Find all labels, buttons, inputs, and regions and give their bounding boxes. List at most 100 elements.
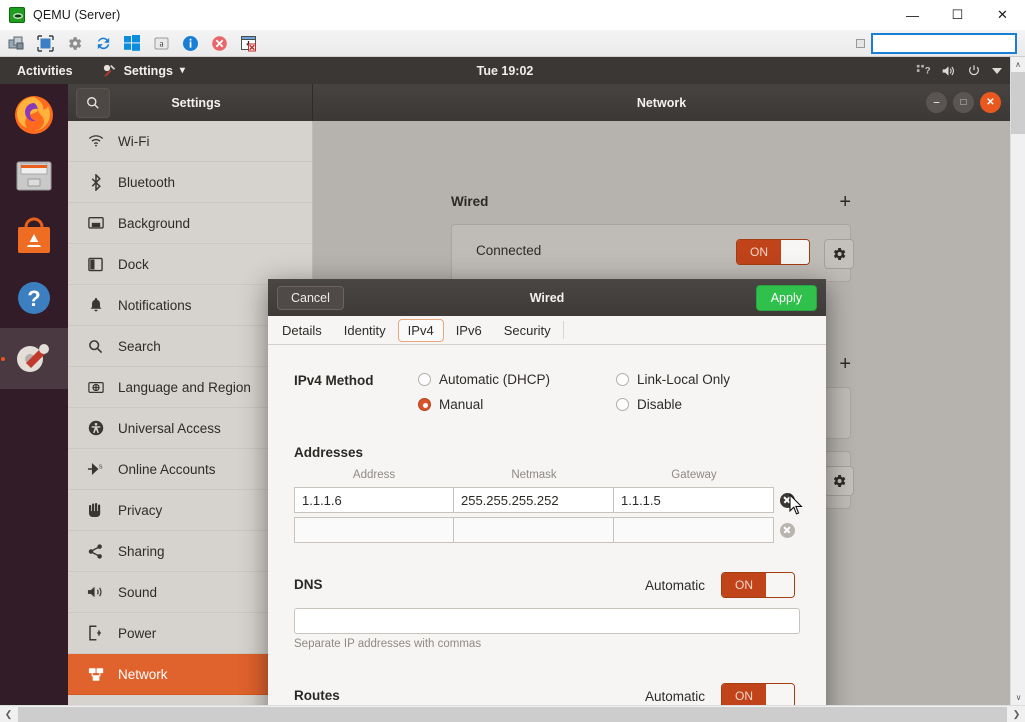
netmask-input-2[interactable] [454, 517, 614, 543]
toggle-on-label: ON [737, 240, 781, 264]
add-second-button[interactable]: + [839, 357, 851, 371]
qemu-toolbar-input[interactable] [871, 33, 1017, 54]
qemu-window-controls[interactable]: — ☐ ✕ [890, 0, 1025, 30]
column-header-address: Address [294, 469, 454, 481]
scroll-down-button[interactable]: ∨ [1011, 690, 1025, 705]
wired-settings-gear-icon[interactable] [824, 239, 854, 269]
cancel-button[interactable]: Cancel [277, 286, 344, 310]
background-icon [87, 216, 104, 231]
system-tray[interactable]: ? [916, 64, 1002, 78]
column-header-netmask: Netmask [454, 469, 614, 481]
wired-connection-toggle[interactable]: ON [736, 239, 810, 265]
settings-window-controls[interactable]: ‒ □ ✕ [926, 92, 1001, 113]
qemu-minimize-button[interactable]: — [890, 0, 935, 30]
save-snapshot-icon[interactable] [235, 32, 261, 55]
sidebar-item-label: Sound [118, 585, 157, 600]
ipv4-method-label: IPv4 Method [294, 373, 374, 388]
tab-ipv6[interactable]: IPv6 [446, 319, 492, 342]
shutdown-icon[interactable] [206, 32, 232, 55]
chevron-down-icon[interactable] [992, 67, 1002, 75]
netmask-input-1[interactable]: 255.255.255.252 [454, 487, 614, 513]
sidebar-item-wi-fi[interactable]: Wi-Fi [68, 121, 312, 162]
radio-icon [616, 373, 629, 386]
dock-item-firefox[interactable] [0, 84, 68, 145]
radio-label: Manual [439, 397, 483, 412]
routes-automatic-toggle[interactable]: ON [721, 683, 795, 705]
settings-app-icon [102, 63, 117, 78]
gateway-input-2[interactable] [614, 517, 774, 543]
tabs-divider [563, 321, 564, 339]
machine-icon[interactable] [3, 32, 29, 55]
settings-header: Settings Network ‒ □ ✕ [68, 84, 1010, 121]
qemu-close-button[interactable]: ✕ [980, 0, 1025, 30]
vm-viewport[interactable]: Activities Settings ▾ Tue 19:02 [0, 57, 1010, 705]
scroll-right-button[interactable]: ❯ [1008, 709, 1025, 720]
delete-address-row-2-button[interactable] [774, 517, 800, 543]
radio-label: Automatic (DHCP) [439, 372, 550, 387]
sidebar-item-label: Sharing [118, 544, 165, 559]
fullscreen-icon[interactable] [32, 32, 58, 55]
firefox-icon [12, 93, 56, 137]
scroll-left-button[interactable]: ❮ [0, 709, 17, 720]
dock-item-files[interactable] [0, 145, 68, 206]
volume-icon[interactable] [941, 64, 956, 78]
settings-sidebar-header: Settings [68, 84, 313, 121]
address-input-1[interactable]: 1.1.1.6 [294, 487, 454, 513]
settings-maximize-button[interactable]: □ [953, 92, 974, 113]
windows-icon[interactable] [119, 32, 145, 55]
search-icon[interactable] [76, 88, 110, 118]
tab-security[interactable]: Security [494, 319, 561, 342]
sidebar-item-label: Notifications [118, 298, 192, 313]
sidebar-item-bluetooth[interactable]: Bluetooth [68, 162, 312, 203]
tab-identity[interactable]: Identity [334, 319, 396, 342]
gateway-input-1[interactable]: 1.1.1.5 [614, 487, 774, 513]
column-header-gateway: Gateway [614, 469, 774, 481]
horizontal-scrollbar[interactable]: ❮ ❯ [0, 705, 1025, 722]
vertical-scrollbar[interactable]: ∧ ∨ [1010, 57, 1025, 705]
radio-manual[interactable]: Manual [418, 397, 483, 412]
apply-button[interactable]: Apply [756, 285, 817, 311]
settings-gear-icon[interactable] [61, 32, 87, 55]
dock-item-settings[interactable] [0, 328, 68, 389]
power-icon[interactable] [967, 64, 981, 78]
dns-input[interactable] [294, 608, 800, 634]
tab-ipv4[interactable]: IPv4 [398, 319, 444, 342]
dialog-content: IPv4 Method Automatic (DHCP) Manual Link… [268, 345, 826, 705]
dns-automatic-toggle[interactable]: ON [721, 572, 795, 598]
scroll-up-button[interactable]: ∧ [1011, 57, 1025, 72]
sidebar-item-background[interactable]: Background [68, 203, 312, 244]
toolbar-indicator-box [856, 39, 865, 48]
dock-item-ubuntu-software[interactable] [0, 206, 68, 267]
dock-icon [87, 257, 104, 272]
tab-details[interactable]: Details [272, 319, 332, 342]
activities-button[interactable]: Activities [17, 64, 73, 78]
ubuntu-dock: ? [0, 84, 68, 705]
horizontal-scroll-thumb[interactable] [18, 707, 1007, 722]
delete-circle-icon [780, 523, 795, 538]
dock-item-help[interactable]: ? [0, 267, 68, 328]
vertical-scroll-thumb[interactable] [1011, 72, 1025, 134]
info-icon[interactable] [177, 32, 203, 55]
radio-link-local-only[interactable]: Link-Local Only [616, 372, 730, 387]
settings-close-button[interactable]: ✕ [980, 92, 1001, 113]
app-menu-settings[interactable]: Settings ▾ [102, 63, 185, 78]
third-settings-gear-icon[interactable] [824, 466, 854, 496]
radio-automatic-dhcp[interactable]: Automatic (DHCP) [418, 372, 550, 387]
radio-icon [418, 398, 431, 411]
dns-title: DNS [294, 577, 323, 592]
keyboard-icon[interactable]: a [148, 32, 174, 55]
wired-connection-status: Connected [476, 243, 541, 258]
address-row-2 [294, 517, 800, 543]
settings-minimize-button[interactable]: ‒ [926, 92, 947, 113]
dialog-header: Cancel Wired Apply [268, 279, 826, 316]
accessibility-icon[interactable]: ? [916, 64, 930, 78]
toggle-knob [781, 240, 809, 264]
address-input-2[interactable] [294, 517, 454, 543]
bluetooth-icon [87, 174, 104, 191]
add-wired-button[interactable]: + [839, 195, 851, 209]
sidebar-item-label: Language and Region [118, 380, 251, 395]
qemu-maximize-button[interactable]: ☐ [935, 0, 980, 30]
refresh-icon[interactable] [90, 32, 116, 55]
dns-hint: Separate IP addresses with commas [294, 638, 481, 650]
radio-disable[interactable]: Disable [616, 397, 682, 412]
